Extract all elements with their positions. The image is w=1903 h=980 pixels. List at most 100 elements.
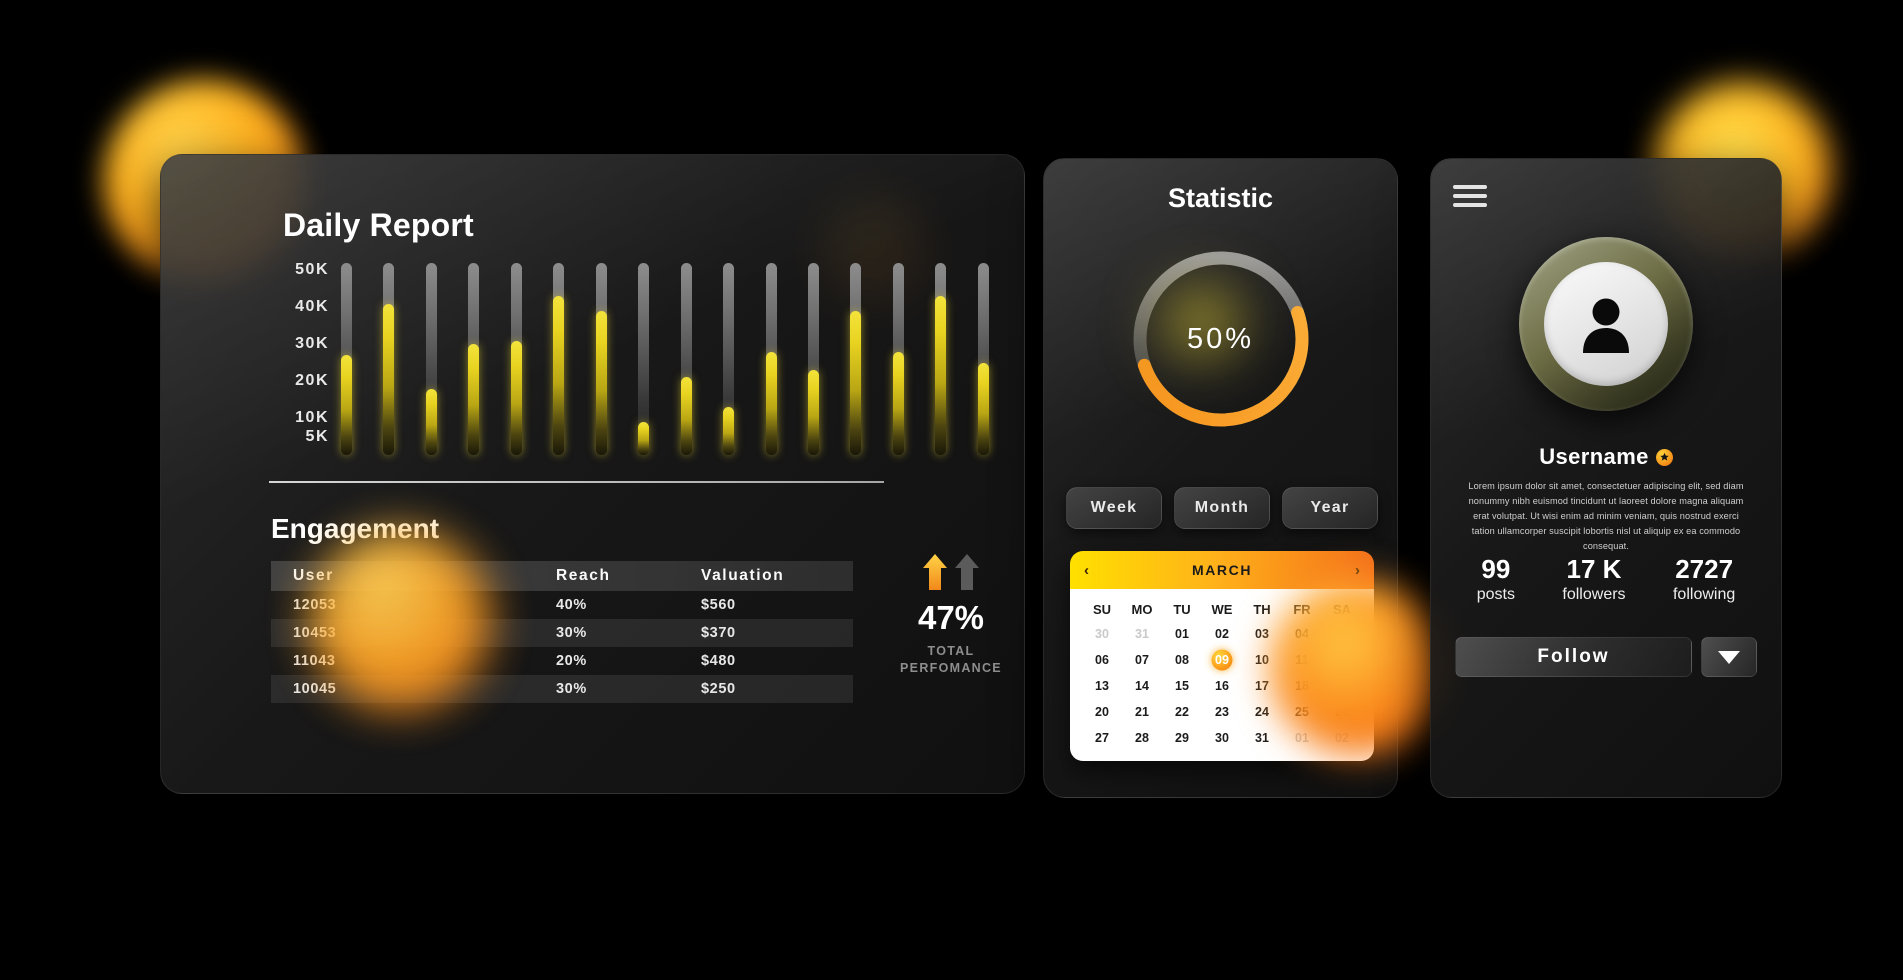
chevron-down-icon bbox=[1718, 650, 1740, 664]
chart-bar bbox=[892, 263, 904, 455]
chart-bar bbox=[765, 263, 777, 455]
daily-report-panel: Daily Report 50K 40K 30K 20K 10K 5K Engagemen… bbox=[160, 154, 1025, 794]
chart-bars bbox=[341, 263, 989, 455]
hamburger-menu-icon[interactable] bbox=[1453, 185, 1487, 207]
table-row[interactable]: 10045 30% $250 bbox=[271, 675, 853, 703]
profile-dropdown-button[interactable] bbox=[1701, 637, 1757, 677]
table-cell-reach: 40% bbox=[556, 597, 587, 613]
calendar-day[interactable]: 02 bbox=[1322, 727, 1362, 749]
chart-bar-fill bbox=[892, 351, 904, 455]
chart-bar-fill bbox=[383, 303, 395, 455]
range-button-week[interactable]: Week bbox=[1066, 487, 1162, 529]
calendar-day-selected[interactable]: 09 bbox=[1202, 649, 1242, 671]
performance-arrows bbox=[881, 553, 1021, 591]
range-selector: Week Month Year bbox=[1066, 487, 1378, 529]
calendar-day[interactable]: 13 bbox=[1082, 675, 1122, 697]
calendar-day[interactable]: 07 bbox=[1122, 649, 1162, 671]
chart-y-tick: 10K bbox=[295, 409, 329, 427]
calendar-day[interactable]: 22 bbox=[1162, 701, 1202, 723]
calendar-day[interactable]: 25 bbox=[1282, 701, 1322, 723]
chart-bar-fill bbox=[553, 296, 565, 455]
chart-bar bbox=[977, 263, 989, 455]
verified-badge-icon bbox=[1655, 448, 1673, 466]
chart-bar-fill bbox=[680, 377, 692, 455]
calendar-day[interactable]: 20 bbox=[1082, 701, 1122, 723]
calendar-day[interactable]: 27 bbox=[1082, 727, 1122, 749]
calendar-day[interactable]: 16 bbox=[1202, 675, 1242, 697]
calendar-day[interactable]: 29 bbox=[1162, 727, 1202, 749]
table-row[interactable]: 12053 40% $560 bbox=[271, 591, 853, 619]
username-label: Username bbox=[1539, 444, 1649, 469]
calendar-day[interactable]: 05 bbox=[1322, 623, 1362, 645]
table-row[interactable]: 10453 30% $370 bbox=[271, 619, 853, 647]
table-cell-valuation: $250 bbox=[701, 681, 736, 697]
chart-bar bbox=[807, 263, 819, 455]
calendar-day[interactable]: 19 bbox=[1322, 675, 1362, 697]
calendar-day[interactable]: 03 bbox=[1242, 623, 1282, 645]
table-cell-valuation: $370 bbox=[701, 625, 736, 641]
calendar-day[interactable]: 10 bbox=[1242, 649, 1282, 671]
user-avatar-icon bbox=[1583, 298, 1629, 353]
profile-stat-followers[interactable]: 17 K followers bbox=[1562, 554, 1625, 604]
calendar-day[interactable]: 17 bbox=[1242, 675, 1282, 697]
profile-stat-posts[interactable]: 99 posts bbox=[1476, 554, 1515, 604]
chevron-right-icon[interactable]: › bbox=[1355, 563, 1360, 578]
daily-report-chart: 50K 40K 30K 20K 10K 5K bbox=[269, 261, 989, 455]
performance-label: TOTAL PERFOMANCE bbox=[881, 643, 1021, 677]
calendar-day[interactable]: 28 bbox=[1122, 727, 1162, 749]
page-title: Daily Report bbox=[283, 207, 474, 243]
chart-bar-fill bbox=[977, 362, 989, 455]
table-cell-user: 12053 bbox=[293, 597, 337, 613]
chevron-left-icon[interactable]: ‹ bbox=[1084, 563, 1089, 578]
calendar-day[interactable]: 18 bbox=[1282, 675, 1322, 697]
table-cell-valuation: $560 bbox=[701, 597, 736, 613]
calendar-day[interactable]: 14 bbox=[1122, 675, 1162, 697]
calendar-weekday: TU bbox=[1173, 602, 1191, 617]
chart-bar bbox=[553, 263, 565, 455]
table-column-header: Reach bbox=[556, 567, 611, 584]
chart-y-tick: 30K bbox=[295, 335, 329, 353]
calendar-day[interactable]: 11 bbox=[1282, 649, 1322, 671]
progress-donut-chart: 50% bbox=[1125, 243, 1317, 435]
table-row[interactable]: 11043 20% $480 bbox=[271, 647, 853, 675]
calendar-day[interactable]: 23 bbox=[1202, 701, 1242, 723]
calendar-day[interactable]: 26 bbox=[1322, 701, 1362, 723]
chart-bar bbox=[468, 263, 480, 455]
performance-label-line2: PERFOMANCE bbox=[900, 660, 1002, 675]
chart-y-tick: 40K bbox=[295, 298, 329, 316]
calendar-day[interactable]: 21 bbox=[1122, 701, 1162, 723]
profile-stat-value: 2727 bbox=[1675, 554, 1734, 584]
calendar-day[interactable]: 31 bbox=[1242, 727, 1282, 749]
calendar-day[interactable]: 12 bbox=[1322, 649, 1362, 671]
calendar-day[interactable]: 01 bbox=[1162, 623, 1202, 645]
calendar-day[interactable]: 08 bbox=[1162, 649, 1202, 671]
calendar-day[interactable]: 06 bbox=[1082, 649, 1122, 671]
profile-stat-following[interactable]: 2727 following bbox=[1673, 554, 1735, 604]
arrow-up-icon bbox=[923, 554, 947, 590]
chart-y-tick: 50K bbox=[295, 261, 329, 279]
chart-bar bbox=[510, 263, 522, 455]
calendar-day[interactable]: 04 bbox=[1282, 623, 1322, 645]
performance-label-line1: TOTAL bbox=[927, 644, 975, 658]
profile-stat-caption: posts bbox=[1476, 586, 1515, 604]
calendar-day[interactable]: 31 bbox=[1122, 623, 1162, 645]
engagement-title: Engagement bbox=[271, 513, 440, 544]
chart-bar bbox=[850, 263, 862, 455]
chart-bar-fill bbox=[935, 296, 947, 455]
chart-y-tick: 5K bbox=[305, 427, 329, 445]
calendar-day[interactable]: 24 bbox=[1242, 701, 1282, 723]
table-column-header: User bbox=[293, 567, 334, 584]
calendar-day-grid: 30 31 01 02 03 04 05 06 07 08 09 10 11 12 13 14 15 16 17 18… bbox=[1082, 623, 1362, 749]
avatar[interactable] bbox=[1519, 237, 1693, 411]
profile-bio: Lorem ipsum dolor sit amet, consectetuer… bbox=[1468, 481, 1744, 551]
calendar-day[interactable]: 30 bbox=[1082, 623, 1122, 645]
calendar-day[interactable]: 02 bbox=[1202, 623, 1242, 645]
range-button-month[interactable]: Month bbox=[1174, 487, 1270, 529]
calendar-day[interactable]: 15 bbox=[1162, 675, 1202, 697]
calendar-day[interactable]: 30 bbox=[1202, 727, 1242, 749]
range-button-year[interactable]: Year bbox=[1282, 487, 1378, 529]
profile-stat-value: 99 bbox=[1481, 554, 1511, 584]
profile-stats: 99 posts 17 K followers 2727 following bbox=[1453, 554, 1759, 604]
follow-button[interactable]: Follow bbox=[1455, 637, 1692, 677]
calendar-day[interactable]: 01 bbox=[1282, 727, 1322, 749]
